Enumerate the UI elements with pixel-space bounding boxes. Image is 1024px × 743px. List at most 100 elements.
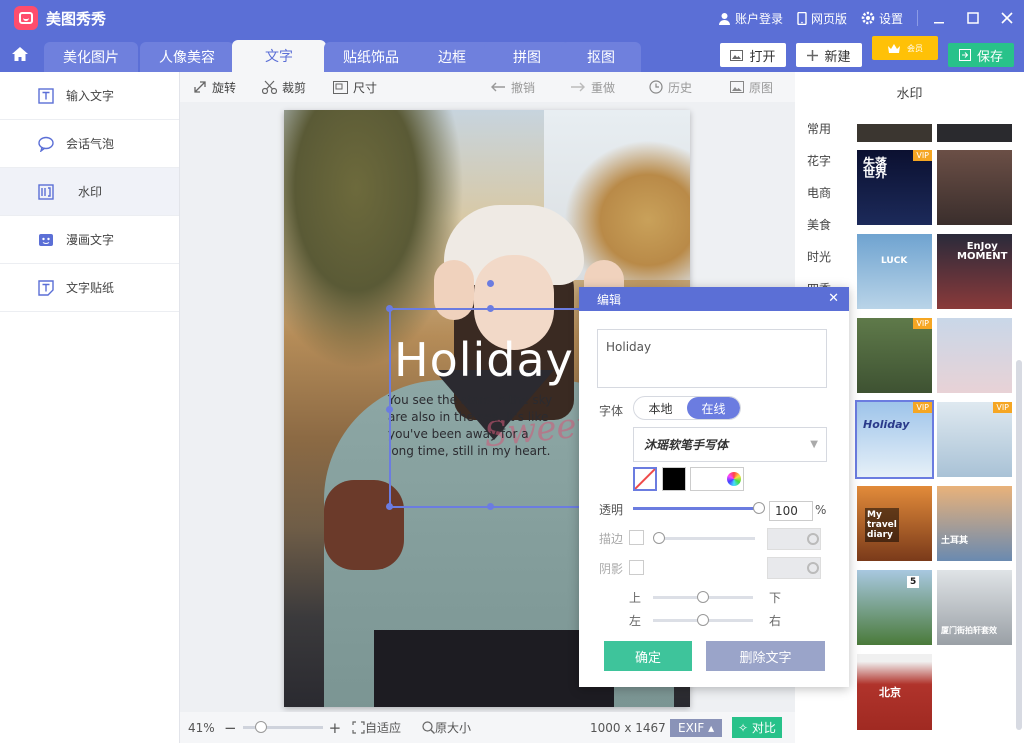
sidebar-item-text-sticker[interactable]: 文字贴纸 <box>0 264 179 312</box>
actual-size-button[interactable]: 原大小 <box>422 712 471 743</box>
color-swatch-black[interactable] <box>662 467 686 491</box>
watermark-thumb[interactable] <box>937 124 1012 142</box>
stroke-checkbox[interactable] <box>629 530 644 545</box>
open-label: 打开 <box>749 49 776 65</box>
opacity-slider[interactable] <box>633 507 761 510</box>
redo-label: 重做 <box>591 80 616 95</box>
tab-collage[interactable]: 拼图 <box>484 42 570 72</box>
new-button[interactable]: 新建 <box>796 43 862 67</box>
shadow-checkbox[interactable] <box>629 560 644 575</box>
vip-badge: VIP <box>913 402 932 413</box>
resize-handle[interactable] <box>386 305 393 312</box>
opacity-input[interactable]: 100 <box>769 501 813 521</box>
sidebar-item-comic-text[interactable]: 漫画文字 <box>0 216 179 264</box>
resize-handle[interactable] <box>487 503 494 510</box>
save-button[interactable]: 保存 <box>948 43 1014 67</box>
color-picker-icon[interactable] <box>727 472 741 486</box>
resize-handle[interactable] <box>386 503 393 510</box>
account-login-link[interactable]: 账户登录 <box>718 10 783 27</box>
close-window-button[interactable] <box>990 0 1024 36</box>
watermark-thumb[interactable]: 土耳其 <box>937 486 1012 561</box>
rotate-handle[interactable] <box>487 280 494 287</box>
web-version-link[interactable]: 网页版 <box>797 10 847 27</box>
exif-button[interactable]: EXIF ▴ <box>670 712 723 743</box>
maximize-button[interactable] <box>956 0 990 36</box>
category-ecommerce[interactable]: 电商 <box>795 184 843 201</box>
dialog-header: 编辑 ✕ <box>579 287 849 311</box>
watermark-thumb[interactable]: VIP <box>857 318 932 393</box>
delete-text-button[interactable]: 删除文字 <box>706 641 825 671</box>
history-button[interactable]: 历史 <box>649 72 692 102</box>
category-fancy-text[interactable]: 花字 <box>795 152 843 169</box>
shadow-up-label: 上 <box>629 591 642 605</box>
zoom-out-icon[interactable]: − <box>224 719 237 737</box>
text-box-icon <box>38 87 54 104</box>
sidebar-item-input-text[interactable]: 输入文字 <box>0 72 179 120</box>
text-input-area[interactable]: Holiday <box>597 329 827 388</box>
tab-beautify[interactable]: 美化图片 <box>44 42 138 72</box>
watermark-thumb[interactable]: 5 <box>857 570 932 645</box>
tab-text[interactable]: 文字 <box>232 40 326 72</box>
crop-button[interactable]: 裁剪 <box>262 72 306 102</box>
watermark-thumb[interactable] <box>937 318 1012 393</box>
font-select[interactable]: 沐瑶软笔手写体 ▼ <box>633 427 827 462</box>
shadow-color-picker-icon[interactable] <box>807 562 819 574</box>
stroke-slider[interactable] <box>655 537 755 540</box>
resize-handle[interactable] <box>487 305 494 312</box>
watermark-thumb[interactable]: 厦门街拍轩套效 <box>937 570 1012 645</box>
category-time[interactable]: 时光 <box>795 248 843 265</box>
thumb-text: 5 <box>907 576 920 588</box>
sidebar-item-watermark[interactable]: 水印 <box>0 168 179 216</box>
vip-button[interactable]: 会员 <box>872 36 938 60</box>
thumb-text: 北京 <box>879 686 901 699</box>
watermark-thumb[interactable] <box>857 124 932 142</box>
font-online-option[interactable]: 在线 <box>687 397 740 419</box>
zoom-slider[interactable] <box>242 721 323 733</box>
tab-stickers[interactable]: 贴纸饰品 <box>324 42 418 72</box>
settings-link[interactable]: 设置 <box>861 10 903 27</box>
minimize-button[interactable] <box>922 0 956 36</box>
font-local-option[interactable]: 本地 <box>634 397 687 419</box>
undo-button[interactable]: 撤销 <box>490 72 535 102</box>
redo-button[interactable]: 重做 <box>570 72 615 102</box>
dialog-close-icon[interactable]: ✕ <box>828 291 839 306</box>
watermark-thumb[interactable]: 失落 世界 VIP <box>857 150 932 225</box>
tab-cutout[interactable]: 抠图 <box>561 42 641 72</box>
original-button[interactable]: 原图 <box>730 72 773 102</box>
watermark-thumb-selected[interactable]: Holiday VIP <box>855 400 934 479</box>
thumb-text: Holiday <box>863 418 910 431</box>
fit-button[interactable]: 自适应 <box>352 712 401 743</box>
compare-button[interactable]: ✧ 对比 <box>732 712 782 743</box>
original-image-icon <box>730 81 744 93</box>
home-icon <box>12 47 28 61</box>
open-button[interactable]: 打开 <box>720 43 786 67</box>
rotate-button[interactable]: 旋转 <box>193 72 236 102</box>
thumb-text: 厦门街拍轩套效 <box>941 626 997 635</box>
scissors-icon <box>262 80 277 94</box>
category-common[interactable]: 常用 <box>795 120 843 137</box>
watermark-thumb[interactable]: EnJoy MOMENT <box>937 234 1012 309</box>
stroke-color-picker-icon[interactable] <box>807 533 819 545</box>
watermark-thumb[interactable]: 北京 <box>857 654 932 730</box>
shadow-horizontal-knob[interactable] <box>697 614 709 626</box>
stroke-slider-knob[interactable] <box>653 532 665 544</box>
sidebar-item-speech-bubble[interactable]: 会话气泡 <box>0 120 179 168</box>
history-label: 历史 <box>668 80 693 95</box>
resize-handle[interactable] <box>386 406 393 413</box>
shadow-vertical-knob[interactable] <box>697 591 709 603</box>
watermark-thumb[interactable]: LUCK <box>857 234 932 309</box>
watermark-thumb[interactable] <box>937 150 1012 225</box>
category-food[interactable]: 美食 <box>795 216 843 233</box>
size-button[interactable]: 尺寸 <box>333 72 377 102</box>
watermark-thumb[interactable]: My travel diary <box>857 486 932 561</box>
watermark-thumb[interactable]: VIP <box>937 402 1012 477</box>
text-selection-box[interactable] <box>386 280 589 510</box>
confirm-button[interactable]: 确定 <box>604 641 692 671</box>
panel-scrollbar[interactable] <box>1016 360 1022 730</box>
opacity-slider-knob[interactable] <box>753 502 765 514</box>
zoom-in-icon[interactable]: + <box>329 719 342 737</box>
home-button[interactable] <box>0 36 40 72</box>
tab-frames[interactable]: 边框 <box>408 42 496 72</box>
tab-portrait[interactable]: 人像美容 <box>140 42 234 72</box>
color-swatch-none[interactable] <box>633 467 657 491</box>
